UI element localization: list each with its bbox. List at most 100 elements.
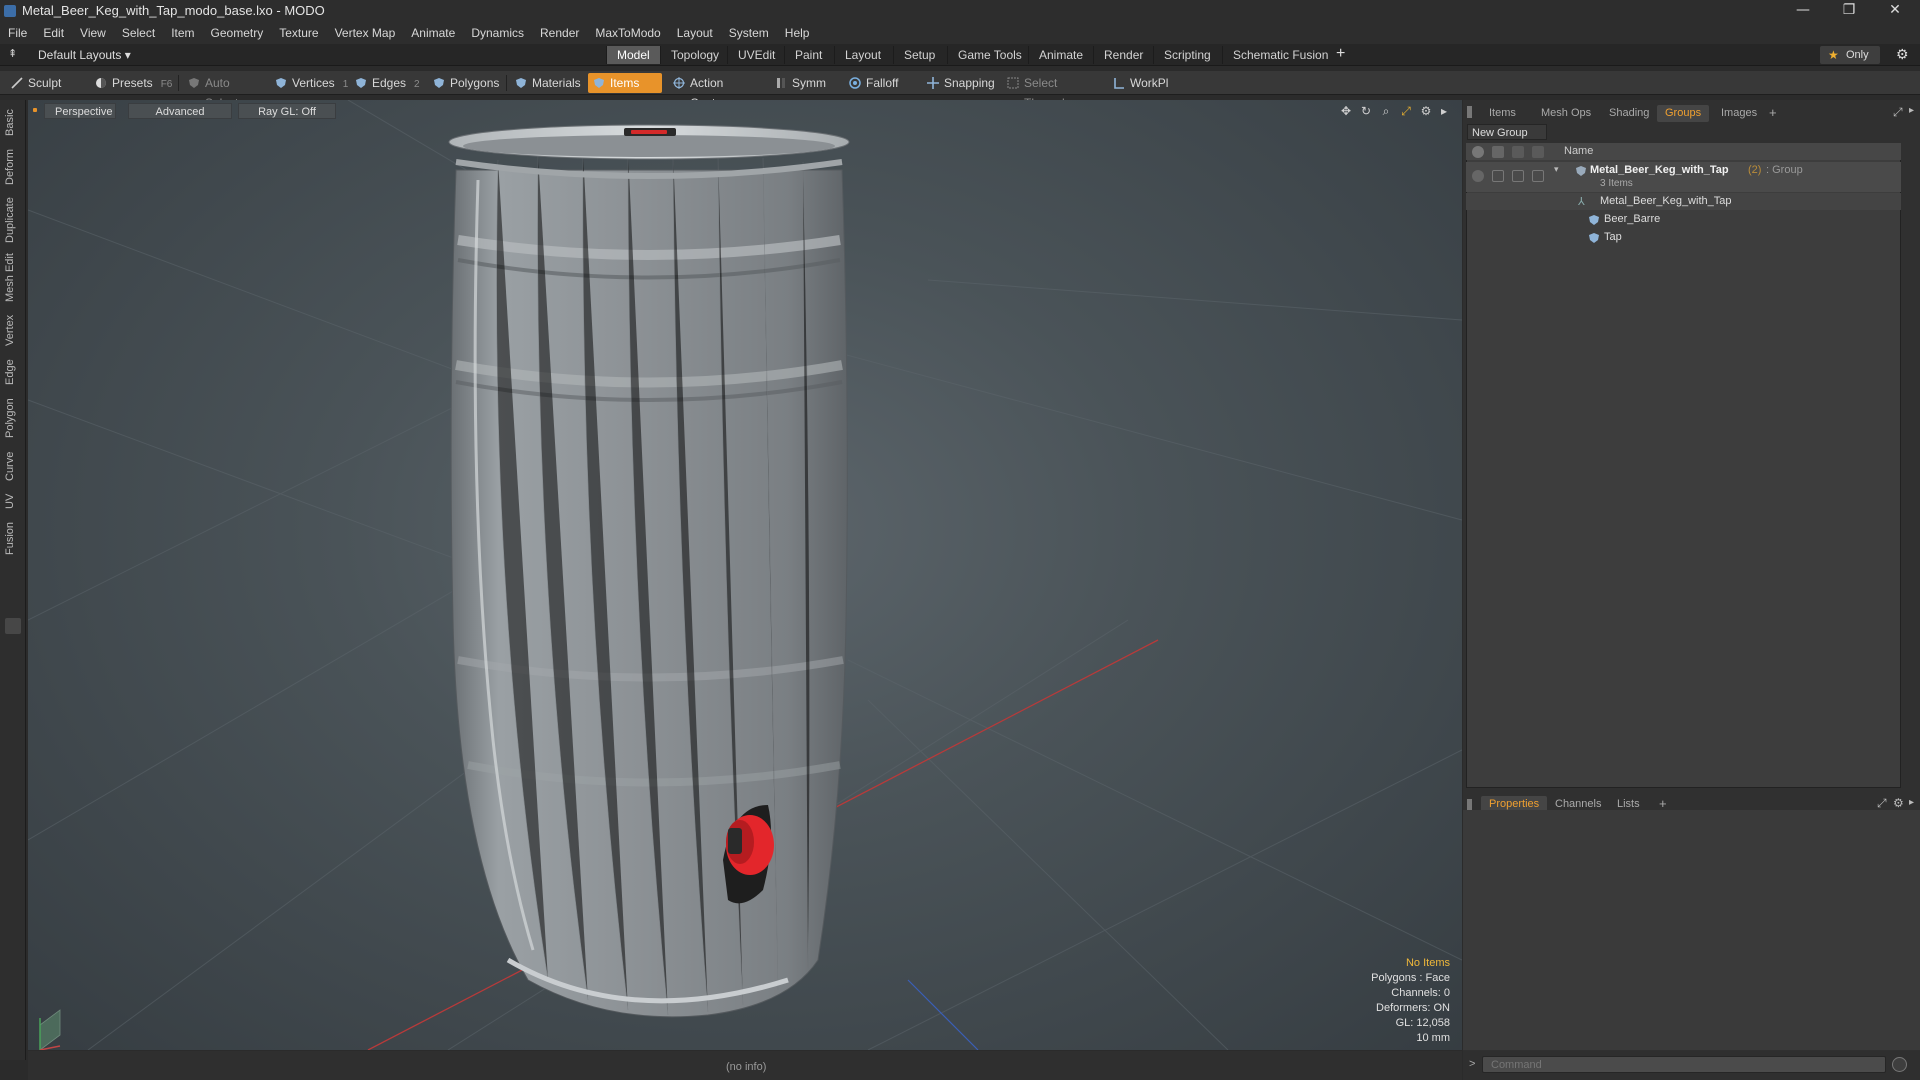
gear-icon[interactable]: ⚙ [1896,46,1909,63]
rotate-icon[interactable]: ↻ [1358,103,1374,119]
presets-button[interactable]: Presets F6 [90,73,176,93]
panel-menu-arrow-icon[interactable]: ▸ [1909,105,1914,116]
action-center-button[interactable]: Action Center [668,73,762,110]
vtab-fusion[interactable]: Fusion [4,518,22,558]
vtab-basic[interactable]: Basic [4,106,22,140]
list-item[interactable]: Beer_Barre [1466,211,1901,228]
items-button[interactable]: Items [588,73,662,93]
select-through-button[interactable]: Select Through [1002,73,1106,110]
render-toggle[interactable] [1492,170,1504,182]
add-panel-tab-button[interactable]: + [1769,105,1777,120]
symmetry-button[interactable]: Symm ... [770,73,842,110]
tab-topology[interactable]: Topology [660,46,729,64]
tab-groups[interactable]: Groups [1657,105,1710,122]
vtab-duplicate[interactable]: Duplicate [4,194,22,246]
minimize-button[interactable]: — [1780,0,1826,22]
workplane-button[interactable]: WorkPl ... [1108,73,1184,110]
tab-images[interactable]: Images [1713,105,1765,122]
add-tab-button[interactable]: + [1336,45,1345,63]
tab-layout[interactable]: Layout [834,46,891,64]
edges-button[interactable]: Edges 2 [350,73,426,93]
menu-item[interactable]: Item [163,22,202,44]
menu-select[interactable]: Select [114,22,163,44]
advanced-button[interactable]: Advanced [128,103,232,119]
panel-grip[interactable] [1467,799,1472,810]
visibility-column-icon[interactable] [1472,146,1484,158]
menu-geometry[interactable]: Geometry [203,22,272,44]
viewport-settings-icon[interactable]: ⚙ [1418,103,1434,119]
menu-view[interactable]: View [72,22,114,44]
panel-menu-arrow-icon[interactable]: ▸ [1909,797,1914,808]
tab-model[interactable]: Model [606,46,660,64]
menu-dynamics[interactable]: Dynamics [463,22,532,44]
tab-shading[interactable]: Shading [1601,105,1657,122]
maximize-icon[interactable]: ⤢ [1877,796,1887,811]
add-properties-tab-button[interactable]: + [1659,796,1667,811]
layouts-dropdown[interactable]: Default Layouts ▾ [38,48,131,62]
menu-animate[interactable]: Animate [403,22,463,44]
menu-maxtomodo[interactable]: MaxToModo [587,22,668,44]
settings-icon[interactable]: ⚙ [1893,796,1904,810]
tab-setup[interactable]: Setup [893,46,945,64]
lock-toggle[interactable] [1512,170,1524,182]
list-item[interactable]: Tap [1466,229,1901,246]
tab-paint[interactable]: Paint [784,46,832,64]
auto-select-button[interactable]: Auto Select [183,73,269,110]
tab-game-tools[interactable]: Game Tools [947,46,1032,64]
menu-vertex-map[interactable]: Vertex Map [327,22,404,44]
3d-viewport[interactable] [28,100,1462,1050]
maximize-icon[interactable]: ⤢ [1893,105,1903,120]
viewport-menu-arrow-icon[interactable]: ▸ [1436,103,1452,119]
sculpt-button[interactable]: Sculpt [6,73,90,93]
lock-column-icon[interactable] [1512,146,1524,158]
menu-layout[interactable]: Layout [669,22,721,44]
pan-icon[interactable]: ✥ [1338,103,1354,119]
tab-animate[interactable]: Animate [1028,46,1093,64]
command-history-button[interactable] [1892,1057,1907,1072]
perspective-button[interactable]: Perspective [44,103,116,119]
menu-file[interactable]: File [0,22,35,44]
raygl-button[interactable]: Ray GL: Off [238,103,336,119]
tab-schematic-fusion[interactable]: Schematic Fusion [1222,46,1338,64]
render-column-icon[interactable] [1492,146,1504,158]
menu-render[interactable]: Render [532,22,587,44]
menu-edit[interactable]: Edit [35,22,72,44]
menu-texture[interactable]: Texture [271,22,326,44]
tab-scripting[interactable]: Scripting [1153,46,1221,64]
vtab-deform[interactable]: Deform [4,146,22,188]
list-item[interactable]: ⅄ Metal_Beer_Keg_with_Tap [1466,193,1901,210]
vtab-uv[interactable]: UV [4,490,22,512]
eye-icon[interactable] [1472,170,1484,182]
vtab-curve[interactable]: Curve [4,448,22,484]
layout-up-icon[interactable]: ⇞ [8,47,17,60]
fit-icon[interactable]: ⤢ [1398,103,1414,119]
restore-button[interactable]: ❐ [1826,0,1872,22]
keg-mesh[interactable] [448,124,850,1018]
tab-render[interactable]: Render [1093,46,1153,64]
snapping-button[interactable]: Snapping [922,73,998,93]
vtab-polygon[interactable]: Polygon [4,394,22,442]
materials-button[interactable]: Materials [510,73,584,93]
tab-uvedit[interactable]: UVEdit [727,46,785,64]
group-row[interactable]: ▾ Metal_Beer_Keg_with_Tap (2) : Group 3 … [1466,162,1901,192]
tab-mesh-ops[interactable]: Mesh Ops [1533,105,1599,122]
menu-system[interactable]: System [721,22,777,44]
new-group-button[interactable]: New Group [1467,124,1547,140]
collapse-arrow-icon[interactable]: ▾ [1554,164,1559,175]
vtab-edge[interactable]: Edge [4,356,22,388]
polygons-button[interactable]: Polygons [428,73,504,93]
menu-help[interactable]: Help [777,22,818,44]
falloff-button[interactable]: Falloff [844,73,916,93]
only-toggle[interactable]: ★ Only [1820,46,1880,64]
panel-grip[interactable] [1467,106,1472,118]
close-button[interactable]: ✕ [1872,0,1918,22]
name-column-header[interactable]: Name [1564,145,1593,157]
vtab-mesh-edit[interactable]: Mesh Edit [4,252,22,304]
tab-items[interactable]: Items [1481,105,1524,122]
zoom-icon[interactable]: ⌕ [1378,103,1394,119]
command-input[interactable] [1482,1056,1886,1073]
vertices-button[interactable]: Vertices 1 [270,73,352,93]
select-column-icon[interactable] [1532,146,1544,158]
select-toggle[interactable] [1532,170,1544,182]
expand-toggle[interactable] [5,618,21,634]
